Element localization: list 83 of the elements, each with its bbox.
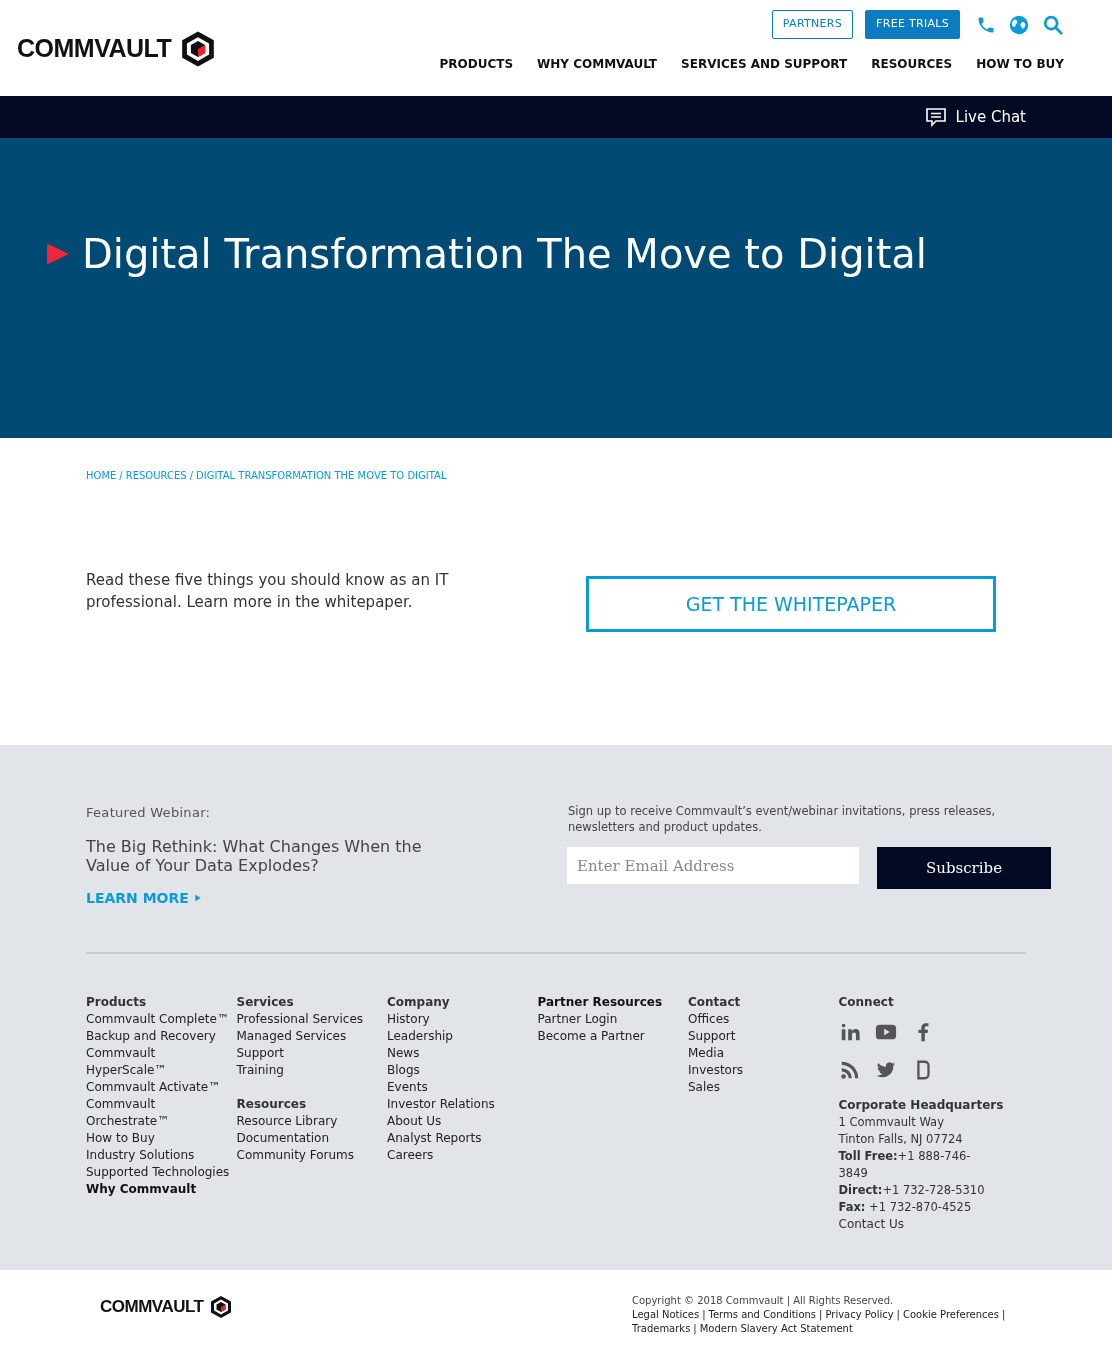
footer-link[interactable]: Why Commvault [86, 1180, 237, 1198]
footer-link[interactable]: Leadership [387, 1027, 538, 1045]
footer-link[interactable]: Commvault [86, 1044, 237, 1062]
link-separator: | [692, 1322, 698, 1336]
footer-link[interactable]: Support [236, 1044, 387, 1062]
legal-link[interactable]: Privacy Policy [825, 1308, 894, 1322]
headquarters-heading: Corporate Headquarters [838, 1096, 1004, 1114]
footer-link[interactable]: Supported Technologies [86, 1163, 237, 1181]
partners-button[interactable]: PARTNERS [771, 10, 854, 39]
footer-link[interactable]: Resource Library [236, 1112, 387, 1130]
footer-heading: Contact [688, 993, 742, 1011]
footer-link[interactable]: Become a Partner [537, 1027, 688, 1045]
legal-link[interactable]: Modern Slavery Act Statement [699, 1322, 853, 1336]
connect-heading: Connect [838, 993, 895, 1011]
footer-link[interactable]: Offices [688, 1010, 839, 1028]
footer-link[interactable]: Professional Services [236, 1010, 387, 1028]
footer-link[interactable]: Commvault Complete™ [86, 1010, 237, 1028]
footer-link[interactable]: How to Buy [86, 1129, 237, 1147]
chat-bubble-icon[interactable] [923, 105, 948, 129]
footer-link[interactable]: Media [688, 1044, 839, 1062]
legal-link[interactable]: Legal Notices [632, 1308, 700, 1322]
footer-link[interactable]: Commvault Activate™ [86, 1078, 237, 1096]
breadcrumb-separator: / [189, 469, 193, 483]
free-trials-button[interactable]: FREE TRIALS [865, 10, 960, 39]
footer-heading: Products [86, 993, 148, 1011]
address-line: Toll Free:+1 888-746-3849 [838, 1147, 972, 1182]
footer-link[interactable]: Blogs [387, 1061, 538, 1079]
nav-link[interactable]: PRODUCTS [439, 55, 514, 73]
footer-link[interactable]: Industry Solutions [86, 1146, 237, 1164]
address-line: Tinton Falls, NJ 07724 [838, 1130, 964, 1148]
nav-link[interactable]: RESOURCES [871, 55, 953, 73]
link-separator: | [1000, 1308, 1007, 1322]
link-separator: | [701, 1308, 707, 1322]
featured-webinar-label: Featured Webinar: [86, 804, 212, 822]
footer-link[interactable]: Documentation [236, 1129, 387, 1147]
signup-text: Sign up to receive Commvault’s event/webinar invitations, press releases, newsletters and product updates. [568, 803, 997, 835]
footer-link[interactable]: Training [236, 1061, 387, 1079]
footer-link[interactable]: Commvault [86, 1095, 237, 1113]
footer-link[interactable]: Orchestrate™ [86, 1112, 237, 1130]
subscribe-button[interactable]: Subscribe [877, 847, 1051, 889]
globe-icon[interactable] [1008, 13, 1030, 36]
footer-link[interactable]: Partner Login [537, 1010, 688, 1028]
intro-paragraph: Read these five things you should know as an IT professional. Learn more in the whitepaper. [86, 570, 450, 613]
nav-link[interactable]: HOW TO BUY [976, 55, 1064, 73]
link-separator: | [818, 1308, 824, 1322]
footer-link[interactable]: Events [387, 1078, 538, 1096]
logo-wordmark: COMMVAULT [17, 33, 172, 65]
legal-link[interactable]: Cookie Preferences [903, 1308, 999, 1322]
nav-link[interactable]: SERVICES AND SUPPORT [681, 55, 848, 73]
footer-link[interactable]: Partner Resources [537, 993, 688, 1011]
footer-link[interactable]: Investor Relations [387, 1095, 538, 1113]
legal-link[interactable]: Terms and Conditions [708, 1308, 817, 1322]
legal-link[interactable]: Trademarks [632, 1322, 691, 1336]
footer-link[interactable]: Investors [688, 1061, 839, 1079]
hero-title: Digital Transformation The Move to Digital [82, 230, 927, 279]
nav-link[interactable]: WHY COMMVAULT [537, 55, 658, 73]
logo-wordmark: COMMVAULT [100, 1296, 204, 1318]
footer-link[interactable]: Sales [688, 1078, 839, 1096]
email-field[interactable]: Enter Email Address [567, 847, 859, 884]
footer-link[interactable]: Managed Services [236, 1027, 387, 1045]
footer-link[interactable]: Support [688, 1027, 839, 1045]
footer-link[interactable]: Community Forums [236, 1146, 387, 1164]
footer-link[interactable]: HyperScale™ [86, 1061, 237, 1079]
contact-us-link[interactable]: Contact Us [838, 1215, 1004, 1233]
footer-link[interactable]: About Us [387, 1112, 538, 1130]
footer-link[interactable]: Analyst Reports [387, 1129, 538, 1147]
footer-heading: Resources [236, 1095, 308, 1113]
copyright-text: Copyright © 2018 Commvault | All Rights Reserved. [632, 1294, 895, 1308]
footer-link[interactable]: Careers [387, 1146, 538, 1164]
footer-link[interactable]: News [387, 1044, 538, 1062]
breadcrumb-separator: / [119, 469, 123, 483]
footer-link[interactable]: Backup and Recovery [86, 1027, 237, 1045]
address-line: Fax: +1 732-870-4525 [838, 1198, 973, 1216]
live-chat-link[interactable]: Live Chat [923, 105, 1026, 129]
search-icon[interactable] [1042, 13, 1064, 36]
cube-logo-icon[interactable] [209, 1294, 234, 1319]
footer-heading: Services [236, 993, 295, 1011]
address-line: Direct:+1 732-728-5310 [838, 1181, 986, 1199]
webinar-title: The Big Rethink: What Changes When the Value of Your Data Explodes? [86, 836, 423, 875]
link-separator: | [895, 1308, 901, 1322]
footer-heading: Company [387, 993, 451, 1011]
footer-link[interactable]: History [387, 1010, 538, 1028]
address-line: 1 Commvault Way [838, 1113, 945, 1131]
